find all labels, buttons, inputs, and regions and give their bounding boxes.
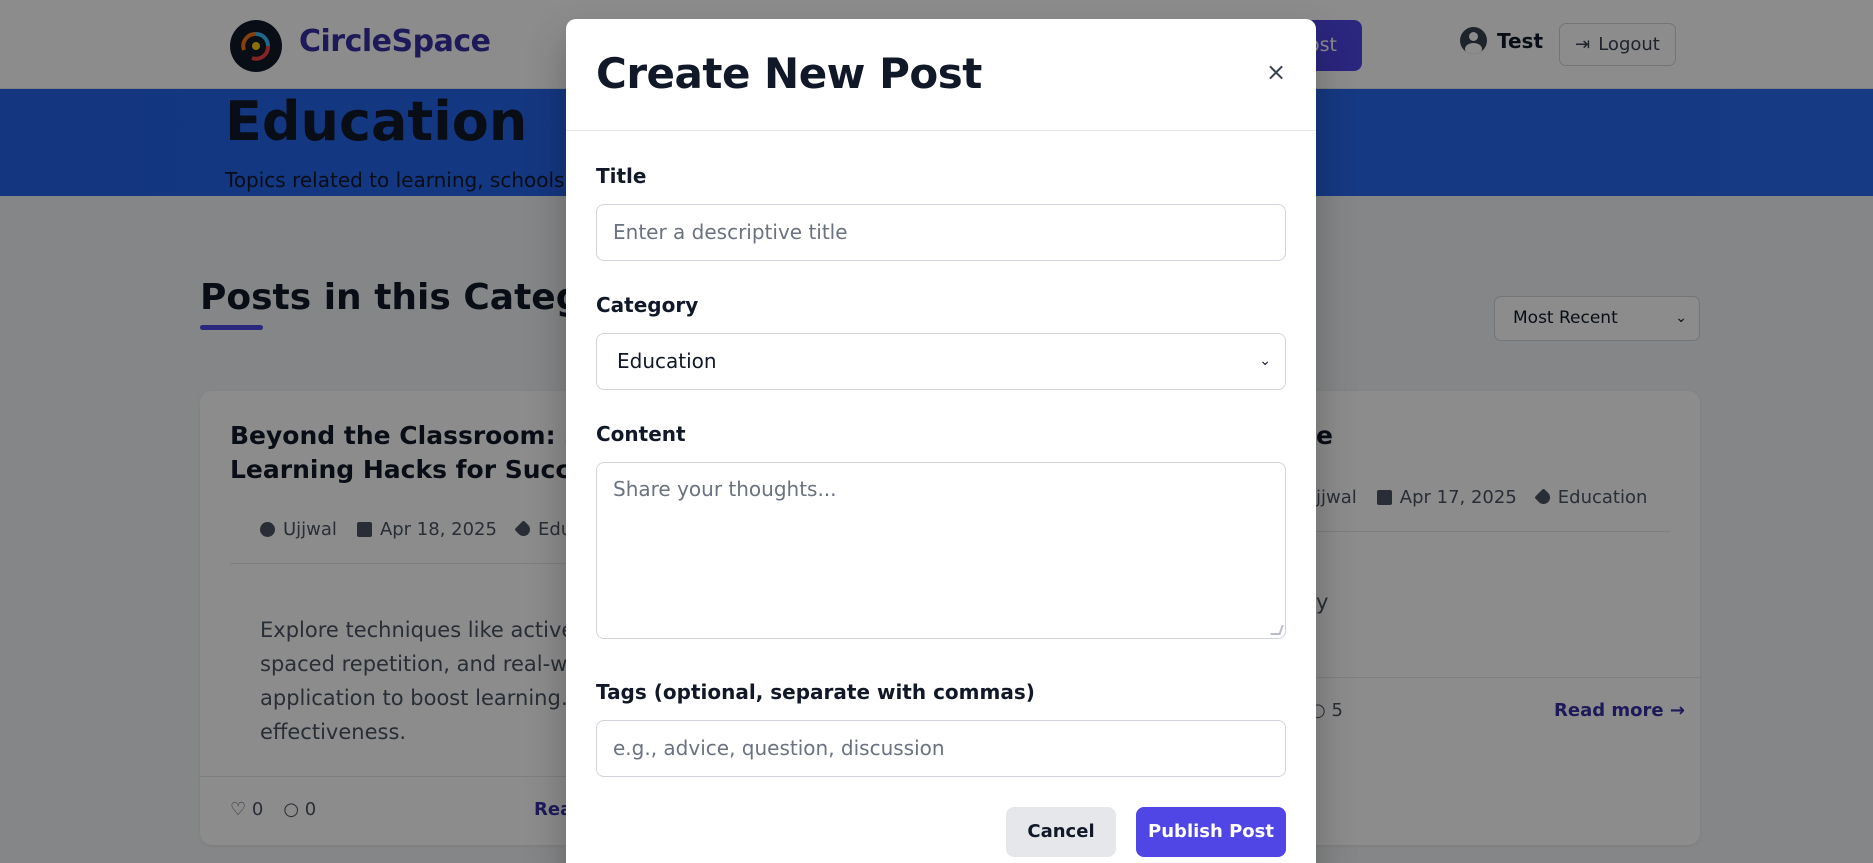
content-placeholder: Share your thoughts... xyxy=(613,477,837,501)
cancel-button[interactable]: Cancel xyxy=(1006,807,1116,857)
resize-handle-icon[interactable] xyxy=(1270,625,1284,635)
content-textarea[interactable]: Share your thoughts... xyxy=(596,462,1286,639)
category-select[interactable]: Education ⌄ xyxy=(596,333,1286,390)
category-selected-value: Education xyxy=(617,349,717,373)
content-label: Content xyxy=(596,422,686,446)
modal-title: Create New Post xyxy=(596,49,982,98)
title-label: Title xyxy=(596,164,647,188)
tags-label: Tags (optional, separate with commas) xyxy=(596,680,1035,704)
tags-input[interactable]: e.g., advice, question, discussion xyxy=(596,720,1286,777)
chevron-down-icon: ⌄ xyxy=(1259,353,1271,369)
create-post-modal: Create New Post × Title Enter a descript… xyxy=(566,19,1316,863)
close-icon[interactable]: × xyxy=(1263,59,1289,85)
category-label: Category xyxy=(596,293,699,317)
publish-post-button[interactable]: Publish Post xyxy=(1136,807,1286,857)
title-input[interactable]: Enter a descriptive title xyxy=(596,204,1286,261)
modal-header: Create New Post × xyxy=(566,19,1316,131)
